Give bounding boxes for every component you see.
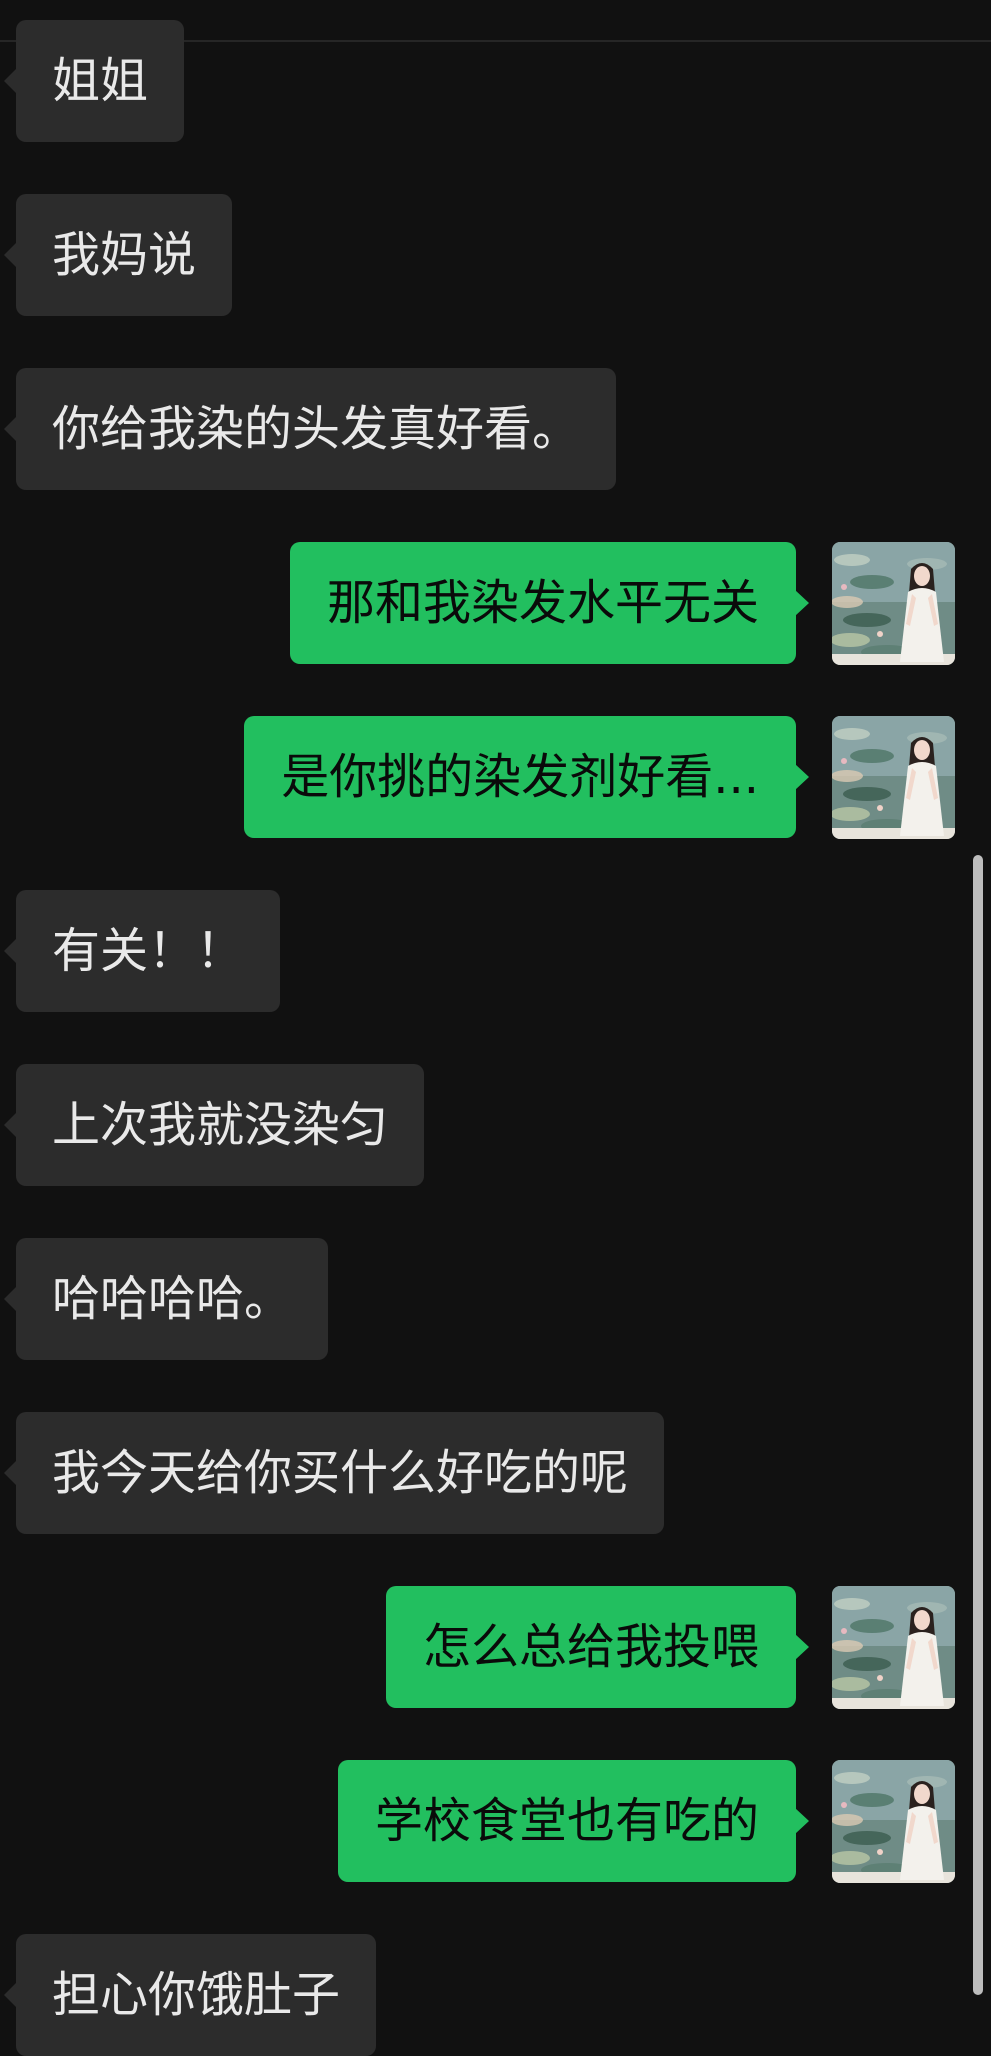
- incoming-message-bubble[interactable]: 你给我染的头发真好看。: [3, 368, 617, 490]
- woman-photo-icon: [832, 1586, 955, 1709]
- outgoing-message-bubble[interactable]: 怎么总给我投喂: [385, 1586, 810, 1708]
- user-avatar[interactable]: [832, 1586, 955, 1709]
- incoming-message-bubble[interactable]: 上次我就没染匀: [3, 1064, 425, 1186]
- incoming-message-bubble[interactable]: 担心你饿肚子: [3, 1934, 377, 2056]
- woman-photo-icon: [832, 716, 955, 839]
- incoming-message-bubble[interactable]: 有关！！: [3, 890, 281, 1012]
- outgoing-message-bubble[interactable]: 那和我染发水平无关: [289, 542, 810, 664]
- incoming-message-bubble[interactable]: 姐姐: [3, 20, 185, 142]
- outgoing-message-bubble[interactable]: 学校食堂也有吃的: [337, 1760, 810, 1882]
- outgoing-message-bubble[interactable]: 是你挑的染发剂好看...: [244, 716, 809, 838]
- scrollbar[interactable]: [973, 855, 983, 1995]
- user-avatar[interactable]: [832, 1760, 955, 1883]
- woman-photo-icon: [832, 1760, 955, 1883]
- user-avatar[interactable]: [832, 542, 955, 665]
- incoming-message-bubble[interactable]: 我妈说: [3, 194, 233, 316]
- scrollbar-thumb[interactable]: [973, 855, 983, 1995]
- woman-photo-icon: [832, 542, 955, 665]
- incoming-message-bubble[interactable]: 哈哈哈哈。: [3, 1238, 329, 1360]
- incoming-message-bubble[interactable]: 我今天给你买什么好吃的呢: [3, 1412, 665, 1534]
- user-avatar[interactable]: [832, 716, 955, 839]
